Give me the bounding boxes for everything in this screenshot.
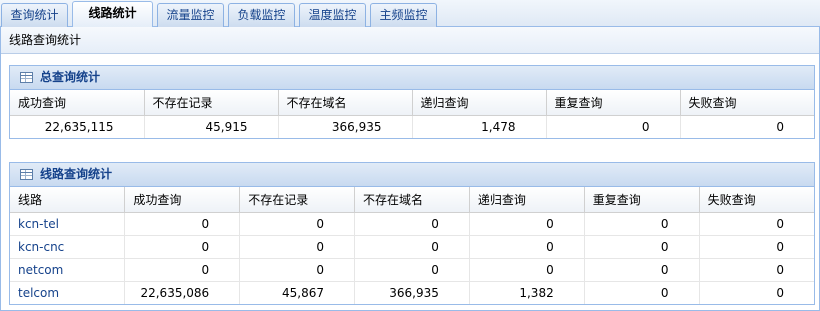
table-cell: 22,635,086 — [124, 281, 241, 304]
table-cell: 0 — [584, 235, 700, 259]
total-stats-title: 总查询统计 — [40, 70, 101, 84]
main-panel: 线路查询统计 总查询统计 成功查询 不存在记录 不存在域名 递归查询 重复查询 … — [0, 27, 820, 311]
column-header[interactable]: 不存在记录 — [144, 90, 279, 116]
tab-temperature-monitor[interactable]: 温度监控 — [299, 3, 366, 27]
total-stats-panel: 总查询统计 成功查询 不存在记录 不存在域名 递归查询 重复查询 失败查询 22… — [9, 65, 815, 139]
page-title: 线路查询统计 — [1, 27, 819, 54]
line-name-link[interactable]: kcn-tel — [10, 212, 126, 236]
column-header[interactable]: 成功查询 — [124, 187, 241, 213]
table-cell: 366,935 — [354, 281, 470, 304]
table-cell: 0 — [469, 258, 585, 282]
line-stats-panel: 线路查询统计 线路 成功查询 不存在记录 不存在域名 递归查询 重复查询 失败查… — [9, 162, 815, 305]
column-header[interactable]: 失败查询 — [699, 187, 814, 213]
table-row: telcom 22,635,086 45,867 366,935 1,382 0… — [10, 281, 814, 304]
tab-line-stats[interactable]: 线路统计 — [72, 1, 153, 28]
table-cell: 0 — [239, 235, 356, 259]
tab-query-stats[interactable]: 查询统计 — [1, 3, 68, 27]
line-stats-table: 线路 成功查询 不存在记录 不存在域名 递归查询 重复查询 失败查询 kcn-t… — [10, 187, 814, 304]
table-cell: 0 — [124, 235, 241, 259]
column-header[interactable]: 不存在域名 — [354, 187, 470, 213]
tab-load-monitor[interactable]: 负载监控 — [228, 3, 295, 27]
table-row: kcn-cnc 0 0 0 0 0 0 — [10, 235, 814, 259]
table-cell: 45,867 — [239, 281, 356, 304]
column-header[interactable]: 成功查询 — [10, 90, 145, 116]
table-cell: 22,635,115 — [10, 115, 145, 138]
tab-frequency-monitor[interactable]: 主频监控 — [370, 3, 437, 27]
table-cell: 0 — [584, 212, 700, 236]
table-cell: 0 — [469, 235, 585, 259]
table-row: netcom 0 0 0 0 0 0 — [10, 258, 814, 282]
tab-traffic-monitor[interactable]: 流量监控 — [157, 3, 224, 27]
column-header[interactable]: 递归查询 — [412, 90, 547, 116]
table-cell: 0 — [239, 212, 356, 236]
table-cell: 0 — [469, 212, 585, 236]
table-cell: 0 — [239, 258, 356, 282]
column-header[interactable]: 不存在域名 — [278, 90, 413, 116]
column-header[interactable]: 递归查询 — [469, 187, 585, 213]
table-header-row: 成功查询 不存在记录 不存在域名 递归查询 重复查询 失败查询 — [10, 90, 814, 116]
table-row: 22,635,115 45,915 366,935 1,478 0 0 — [10, 115, 814, 138]
table-row: kcn-tel 0 0 0 0 0 0 — [10, 212, 814, 236]
table-cell: 0 — [776, 285, 784, 300]
line-name-link[interactable]: telcom — [10, 281, 126, 304]
table-cell: 366,935 — [278, 115, 413, 138]
table-cell: 0 — [354, 258, 470, 282]
total-stats-header: 总查询统计 — [10, 66, 814, 90]
table-cell: 0 — [546, 115, 681, 138]
table-cell: 45,915 — [144, 115, 279, 138]
column-header[interactable]: 重复查询 — [584, 187, 700, 213]
column-header[interactable]: 重复查询 — [546, 90, 681, 116]
table-cell: 0 — [124, 212, 241, 236]
column-header[interactable]: 不存在记录 — [239, 187, 356, 213]
line-stats-title: 线路查询统计 — [40, 167, 113, 181]
table-cell: 0 — [584, 281, 700, 304]
column-header[interactable]: 失败查询 — [680, 90, 814, 116]
table-cell: 0 — [354, 235, 470, 259]
table-cell: 0 — [124, 258, 241, 282]
tab-bar: 查询统计 线路统计 流量监控 负载监控 温度监控 主频监控 — [0, 0, 820, 28]
table-cell: 0 — [584, 258, 700, 282]
line-stats-header: 线路查询统计 — [10, 163, 814, 187]
grid-table-icon — [20, 72, 33, 83]
table-cell: 0 — [354, 212, 470, 236]
table-cell: 0 — [699, 212, 814, 236]
column-header[interactable]: 线路 — [10, 187, 126, 213]
table-cell: 0 — [699, 258, 814, 282]
line-name-link[interactable]: kcn-cnc — [10, 235, 126, 259]
table-cell: 0 — [776, 119, 784, 134]
table-cell: 0 — [699, 235, 814, 259]
table-cell: 1,478 — [412, 115, 547, 138]
table-cell: 1,382 — [469, 281, 585, 304]
line-name-link[interactable]: netcom — [10, 258, 126, 282]
table-header-row: 线路 成功查询 不存在记录 不存在域名 递归查询 重复查询 失败查询 — [10, 187, 814, 213]
total-stats-table: 成功查询 不存在记录 不存在域名 递归查询 重复查询 失败查询 22,635,1… — [10, 90, 814, 138]
grid-table-icon — [20, 169, 33, 180]
